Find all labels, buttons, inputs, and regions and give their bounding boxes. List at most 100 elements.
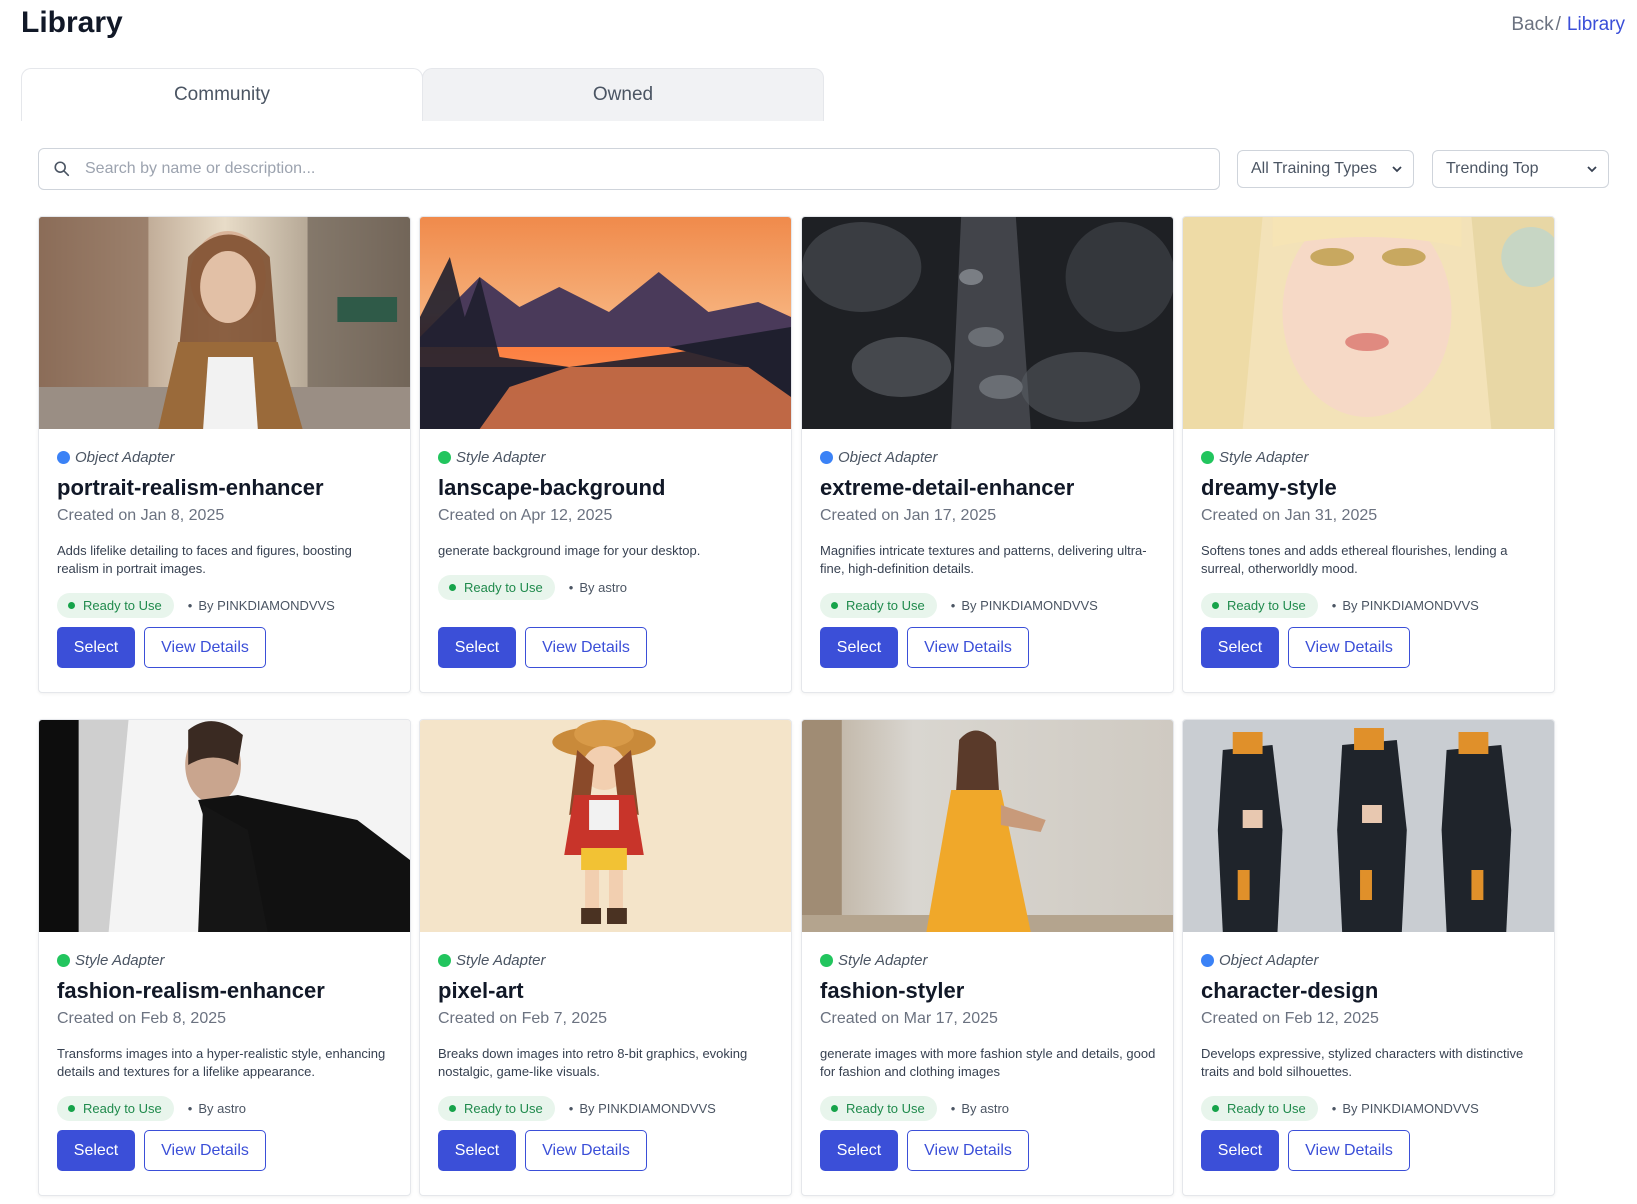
author-label: • By PINKDIAMONDVVS <box>568 1101 716 1116</box>
status-label: Ready to Use <box>846 598 925 613</box>
author-label: • By astro <box>950 1101 1010 1116</box>
author-label: • By PINKDIAMONDVVS <box>1331 598 1479 613</box>
created-date: Created on Jan 31, 2025 <box>1201 507 1378 524</box>
card-meta: Ready to Use • By astro <box>57 1096 246 1121</box>
select-button[interactable]: Select <box>57 1130 135 1171</box>
adapter-type-label: Style Adapter <box>456 952 546 969</box>
search-box[interactable] <box>38 148 1220 190</box>
adapter-name: dreamy-style <box>1201 475 1337 500</box>
adapter-card: Style Adapter fashion-styler Created on … <box>801 719 1174 1196</box>
training-type-value: All Training Types <box>1251 160 1377 177</box>
adapter-type: Style Adapter <box>1201 449 1309 466</box>
created-date: Created on Jan 17, 2025 <box>820 507 997 524</box>
view-details-button[interactable]: View Details <box>907 1130 1029 1171</box>
card-thumbnail <box>1183 720 1554 932</box>
select-button[interactable]: Select <box>438 1130 516 1171</box>
adapter-type: Style Adapter <box>820 952 928 969</box>
tab-community[interactable]: Community <box>21 68 423 121</box>
breadcrumb: Back / Library <box>1511 14 1625 36</box>
created-date: Created on Feb 7, 2025 <box>438 1010 608 1027</box>
object-adapter-dot <box>57 451 70 464</box>
tab-bar: Community Owned <box>21 68 825 121</box>
status-label: Ready to Use <box>83 1101 162 1116</box>
author-name: By PINKDIAMONDVVS <box>579 1101 716 1116</box>
author-label: • By PINKDIAMONDVVS <box>187 598 335 613</box>
style-adapter-dot <box>438 954 451 967</box>
card-thumbnail <box>802 217 1173 429</box>
author-name: By PINKDIAMONDVVS <box>198 598 335 613</box>
card-thumbnail <box>39 720 410 932</box>
status-badge: Ready to Use <box>438 575 555 600</box>
adapter-description: Adds lifelike detailing to faces and fig… <box>57 543 352 576</box>
created-date: Created on Feb 12, 2025 <box>1201 1010 1379 1027</box>
view-details-button[interactable]: View Details <box>907 627 1029 668</box>
status-label: Ready to Use <box>1227 1101 1306 1116</box>
card-thumbnail <box>420 217 791 429</box>
select-button[interactable]: Select <box>57 627 135 668</box>
status-label: Ready to Use <box>846 1101 925 1116</box>
view-details-button[interactable]: View Details <box>144 1130 266 1171</box>
breadcrumb-back[interactable]: Back <box>1511 14 1553 35</box>
select-button[interactable]: Select <box>1201 1130 1279 1171</box>
view-details-button[interactable]: View Details <box>525 627 647 668</box>
sort-select[interactable]: Trending Top <box>1432 150 1609 188</box>
view-details-button[interactable]: View Details <box>1288 627 1410 668</box>
chevron-down-icon <box>1587 166 1597 173</box>
card-thumbnail <box>420 720 791 932</box>
author-name: By PINKDIAMONDVVS <box>1342 1101 1479 1116</box>
view-details-button[interactable]: View Details <box>1288 1130 1410 1171</box>
select-button[interactable]: Select <box>438 627 516 668</box>
style-adapter-dot <box>820 954 833 967</box>
select-button[interactable]: Select <box>1201 627 1279 668</box>
view-details-button[interactable]: View Details <box>144 627 266 668</box>
card-meta: Ready to Use • By PINKDIAMONDVVS <box>438 1096 716 1121</box>
object-adapter-dot <box>1201 954 1214 967</box>
style-adapter-dot <box>1201 451 1214 464</box>
training-type-select[interactable]: All Training Types <box>1237 150 1414 188</box>
adapter-card: Style Adapter dreamy-style Created on Ja… <box>1182 216 1555 693</box>
adapter-description: generate background image for your deskt… <box>438 543 701 558</box>
object-adapter-dot <box>820 451 833 464</box>
adapter-description: Breaks down images into retro 8-bit grap… <box>438 1046 748 1079</box>
adapter-type: Object Adapter <box>1201 952 1319 969</box>
sort-value: Trending Top <box>1446 160 1539 177</box>
page-title: Library <box>21 6 123 39</box>
card-meta: Ready to Use • By PINKDIAMONDVVS <box>820 593 1098 618</box>
created-date: Created on Feb 8, 2025 <box>57 1010 227 1027</box>
adapter-description: Softens tones and adds ethereal flourish… <box>1201 543 1508 576</box>
card-meta: Ready to Use • By astro <box>820 1096 1009 1121</box>
adapter-type: Object Adapter <box>820 449 938 466</box>
adapter-name: portrait-realism-enhancer <box>57 475 324 500</box>
adapter-type: Object Adapter <box>57 449 175 466</box>
created-date: Created on Apr 12, 2025 <box>438 507 613 524</box>
card-meta: Ready to Use • By PINKDIAMONDVVS <box>57 593 335 618</box>
card-thumbnail <box>39 217 410 429</box>
search-input[interactable] <box>85 160 1185 178</box>
card-meta: Ready to Use • By astro <box>438 575 627 600</box>
author-name: By astro <box>961 1101 1010 1116</box>
adapter-type-label: Style Adapter <box>75 952 165 969</box>
adapter-name: pixel-art <box>438 978 524 1003</box>
author-label: • By PINKDIAMONDVVS <box>1331 1101 1479 1116</box>
author-name: By astro <box>579 580 628 595</box>
search-icon <box>54 161 70 177</box>
tab-owned[interactable]: Owned <box>422 68 824 121</box>
adapter-name: lanscape-background <box>438 475 666 500</box>
adapter-card: Style Adapter pixel-art Created on Feb 7… <box>419 719 792 1196</box>
select-button[interactable]: Select <box>820 627 898 668</box>
author-name: By PINKDIAMONDVVS <box>961 598 1098 613</box>
style-adapter-dot <box>438 451 451 464</box>
breadcrumb-current[interactable]: Library <box>1567 14 1625 35</box>
adapter-type-label: Object Adapter <box>838 449 938 466</box>
status-badge: Ready to Use <box>438 1096 555 1121</box>
adapter-name: character-design <box>1201 978 1379 1003</box>
created-date: Created on Jan 8, 2025 <box>57 507 225 524</box>
adapter-name: extreme-detail-enhancer <box>820 475 1075 500</box>
select-button[interactable]: Select <box>820 1130 898 1171</box>
status-badge: Ready to Use <box>57 1096 174 1121</box>
view-details-button[interactable]: View Details <box>525 1130 647 1171</box>
adapter-card: Style Adapter fashion-realism-enhancer C… <box>38 719 411 1196</box>
adapter-description: Magnifies intricate textures and pattern… <box>820 543 1147 576</box>
adapter-name: fashion-styler <box>820 978 965 1003</box>
adapter-type-label: Style Adapter <box>456 449 546 466</box>
